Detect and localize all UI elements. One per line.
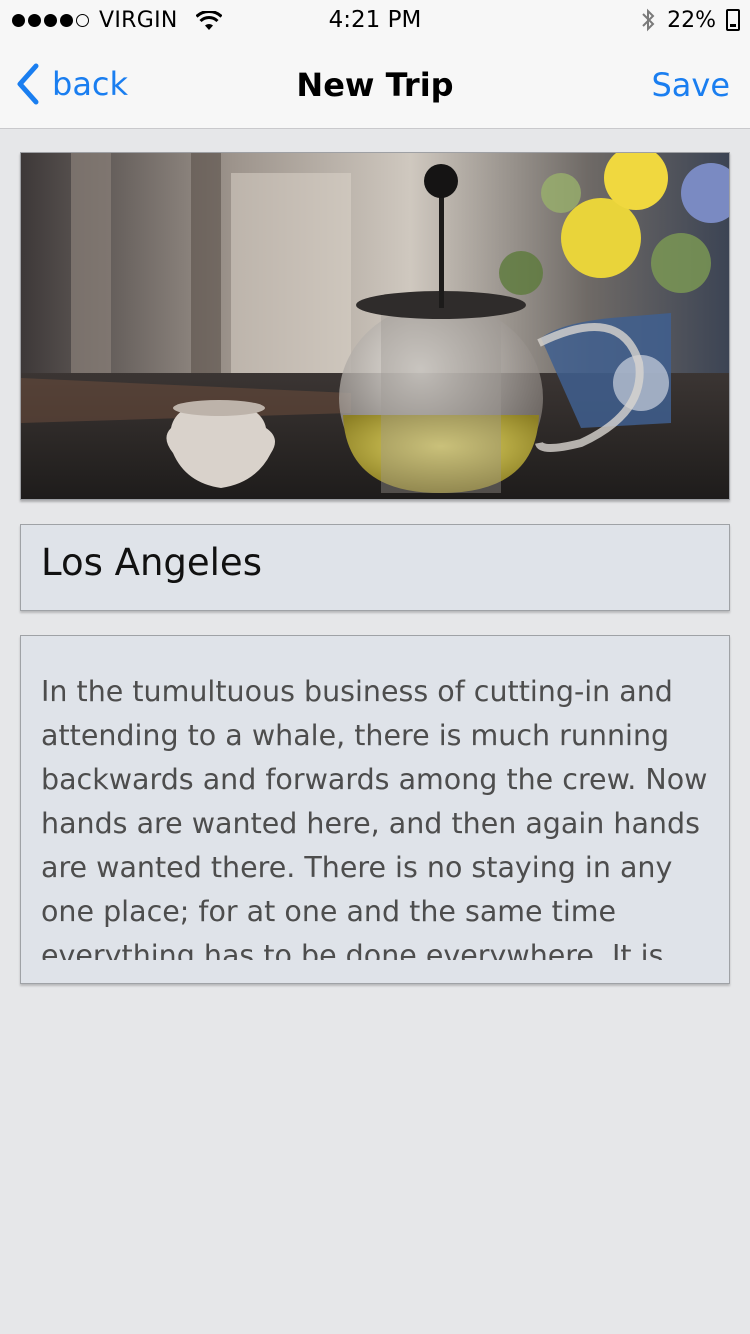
battery-icon xyxy=(726,9,740,31)
page-title: New Trip xyxy=(296,66,454,104)
teapot-photo-image xyxy=(21,153,729,499)
description-text-area[interactable]: In the tumultuous business of cutting-in… xyxy=(41,670,719,960)
trip-description-text: In the tumultuous business of cutting-in… xyxy=(41,675,708,960)
battery-percent: 22% xyxy=(667,7,716,33)
bluetooth-icon xyxy=(642,8,655,32)
navigation-bar: back New Trip Save xyxy=(0,40,750,129)
save-button[interactable]: Save xyxy=(651,66,730,104)
trip-name-value: Los Angeles xyxy=(41,541,262,584)
status-bar: VIRGIN 4:21 PM 22% xyxy=(0,0,750,40)
status-time: 4:21 PM xyxy=(328,7,422,33)
trip-description-field[interactable]: In the tumultuous business of cutting-in… xyxy=(20,635,730,984)
trip-photo[interactable] xyxy=(20,152,730,500)
trip-name-field[interactable]: Los Angeles xyxy=(20,524,730,611)
status-right-group: 22% xyxy=(639,7,740,33)
